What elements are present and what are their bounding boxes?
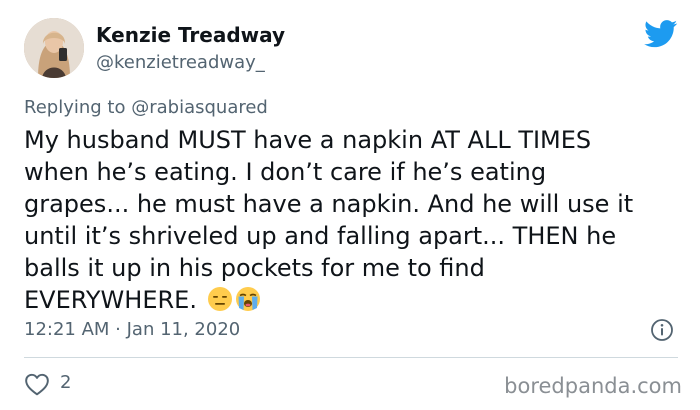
tweet-text: My husband MUST have a napkin AT ALL TIM… bbox=[24, 124, 684, 316]
author-handle[interactable]: @kenzietreadway_ bbox=[96, 51, 265, 75]
divider bbox=[24, 357, 678, 358]
author-name[interactable]: Kenzie Treadway bbox=[96, 22, 285, 48]
tweet-text-line: grapes... he must have a napkin. And he … bbox=[24, 190, 634, 218]
like-count: 2 bbox=[60, 372, 72, 393]
tweet-text-line: My husband MUST have a napkin AT ALL TIM… bbox=[24, 126, 592, 154]
replying-to: Replying to @rabiasquared bbox=[24, 96, 268, 120]
expressionless-face-emoji bbox=[207, 287, 232, 311]
twitter-bird-icon[interactable] bbox=[644, 20, 678, 48]
avatar[interactable] bbox=[24, 18, 84, 78]
info-icon[interactable] bbox=[650, 318, 674, 342]
loudly-crying-face-emoji bbox=[235, 287, 260, 311]
tweet-text-line: when he’s eating. I don’t care if he’s e… bbox=[24, 158, 547, 186]
watermark: boredpanda.com bbox=[504, 374, 682, 398]
replying-prefix: Replying to bbox=[24, 97, 126, 118]
tweet-timestamp[interactable]: 12:21 AM · Jan 11, 2020 bbox=[24, 318, 240, 342]
avatar-photo bbox=[24, 18, 84, 78]
tweet-text-line: until it’s shriveled up and falling apar… bbox=[24, 222, 617, 250]
tweet-text-line: EVERYWHERE. bbox=[24, 286, 197, 314]
heart-icon[interactable] bbox=[24, 372, 50, 396]
replying-to-mention[interactable]: @rabiasquared bbox=[131, 97, 268, 118]
tweet-text-line: balls it up in his pockets for me to fin… bbox=[24, 254, 485, 282]
